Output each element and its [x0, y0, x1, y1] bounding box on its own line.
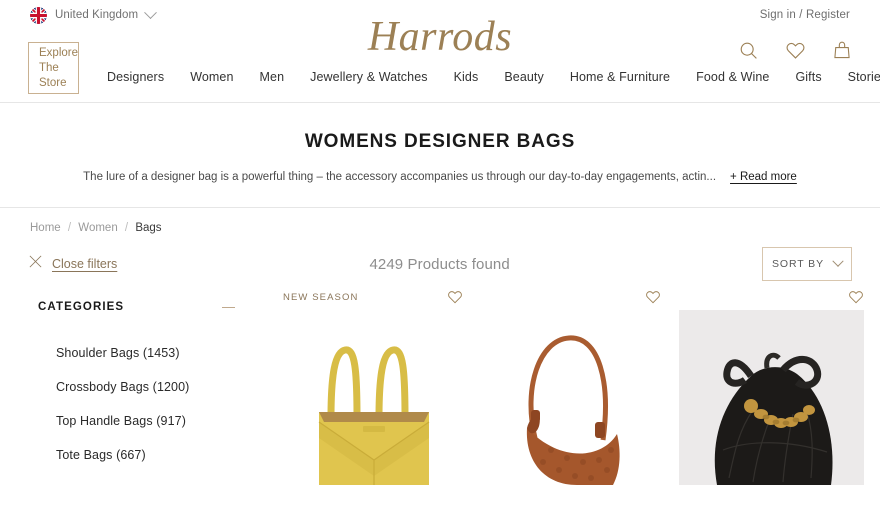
- breadcrumb-item-home[interactable]: Home: [30, 222, 61, 234]
- nav-item-beauty[interactable]: Beauty: [504, 70, 544, 84]
- product-card[interactable]: NEW SEASON: [283, 284, 463, 485]
- nav-item-home-furniture[interactable]: Home & Furniture: [570, 70, 670, 84]
- filter-sidebar: CATEGORIES Shoulder Bags (1453) Crossbod…: [28, 284, 273, 485]
- explore-line-1: Explore: [39, 46, 78, 59]
- listing-toolbar: Close filters 4249 Products found SORT B…: [0, 234, 880, 284]
- product-grid: NEW SEASON: [273, 284, 864, 485]
- heart-icon[interactable]: [447, 289, 463, 305]
- nav-item-gifts[interactable]: Gifts: [795, 70, 821, 84]
- heart-icon[interactable]: [848, 289, 864, 305]
- minus-icon: [222, 306, 235, 308]
- sort-by-dropdown[interactable]: SORT BY: [761, 247, 852, 281]
- nav-item-stories[interactable]: Stories: [848, 70, 880, 84]
- filter-tote-bags[interactable]: Tote Bags (667): [28, 438, 273, 472]
- nav-item-food-wine[interactable]: Food & Wine: [696, 70, 769, 84]
- product-card[interactable]: [679, 284, 864, 485]
- product-card[interactable]: [481, 284, 661, 485]
- nav-item-men[interactable]: Men: [260, 70, 285, 84]
- read-more-link[interactable]: + Read more: [730, 171, 797, 183]
- categories-facet-list: Shoulder Bags (1453) Crossbody Bags (120…: [28, 336, 273, 472]
- products-found-count: 4249 Products found: [369, 255, 510, 273]
- page-title: WOMENS DESIGNER BAGS: [304, 131, 576, 152]
- filter-shoulder-bags[interactable]: Shoulder Bags (1453): [28, 336, 273, 370]
- close-filters-button[interactable]: Close filters: [28, 254, 117, 274]
- breadcrumb-item-women[interactable]: Women: [78, 222, 117, 234]
- breadcrumb-separator: /: [124, 222, 129, 234]
- hero-description-row: The lure of a designer bag is a powerful…: [0, 171, 880, 183]
- product-card-header: [679, 284, 864, 310]
- filter-top-handle-bags[interactable]: Top Handle Bags (917): [28, 404, 273, 438]
- chevron-down-icon: [144, 5, 158, 19]
- product-image-black-chain-bag[interactable]: [679, 310, 864, 485]
- product-image-brown-shoulder-bag[interactable]: [481, 310, 661, 485]
- sort-by-label: SORT BY: [771, 258, 824, 270]
- product-card-header: [481, 284, 661, 310]
- chevron-down-icon: [832, 255, 844, 267]
- heart-icon[interactable]: [645, 289, 661, 305]
- locale-label: United Kingdom: [55, 9, 139, 21]
- product-badge: NEW SEASON: [283, 291, 359, 303]
- harrods-product-listing-page: United Kingdom Sign in / Register Harrod…: [0, 0, 880, 517]
- category-hero: WOMENS DESIGNER BAGS The lure of a desig…: [0, 103, 880, 207]
- locale-selector[interactable]: United Kingdom: [30, 5, 158, 24]
- nav-item-designers[interactable]: Designers: [107, 70, 164, 84]
- listing-content: CATEGORIES Shoulder Bags (1453) Crossbod…: [0, 284, 880, 485]
- nav-links: Designers Women Men Jewellery & Watches …: [107, 70, 880, 84]
- explore-line-2: The Store: [39, 61, 67, 89]
- categories-facet-title: CATEGORIES: [38, 301, 125, 313]
- filter-crossbody-bags[interactable]: Crossbody Bags (1200): [28, 370, 273, 404]
- main-navigation: Explore The Store Designers Women Men Je…: [0, 30, 880, 102]
- utility-bar: United Kingdom Sign in / Register: [0, 0, 880, 30]
- nav-item-jewellery-watches[interactable]: Jewellery & Watches: [310, 70, 427, 84]
- explore-the-store-button[interactable]: Explore The Store: [28, 42, 79, 94]
- product-card-header: NEW SEASON: [283, 284, 463, 310]
- nav-item-women[interactable]: Women: [190, 70, 233, 84]
- breadcrumb-item-bags: Bags: [135, 222, 162, 234]
- nav-item-kids[interactable]: Kids: [454, 70, 479, 84]
- breadcrumb: Home / Women / Bags: [0, 208, 880, 234]
- sign-in-register-link[interactable]: Sign in / Register: [760, 9, 850, 21]
- close-filters-label: Close filters: [52, 257, 118, 271]
- product-image-yellow-tote[interactable]: [283, 310, 463, 485]
- category-description: The lure of a designer bag is a powerful…: [83, 171, 717, 183]
- uk-flag-icon: [30, 6, 47, 24]
- close-x-icon: [28, 254, 43, 274]
- breadcrumb-separator: /: [67, 222, 72, 234]
- categories-facet-header[interactable]: CATEGORIES: [28, 292, 273, 322]
